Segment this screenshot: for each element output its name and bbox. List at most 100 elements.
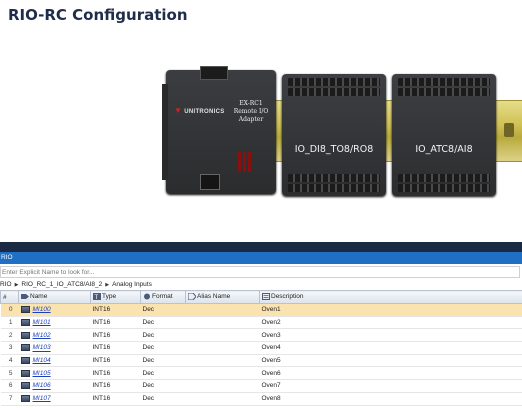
io-module-2-label: IO_ATC8/AI8 <box>415 144 473 155</box>
breadcrumb-item-module[interactable]: RIO_RC_1_IO_ATC8/AI8_2 <box>21 281 102 288</box>
tag-icon <box>20 331 30 339</box>
description-cell[interactable]: Oven3 <box>259 328 522 343</box>
alias-cell[interactable] <box>185 328 260 343</box>
column-header-type[interactable]: T Type <box>90 290 141 304</box>
chevron-right-icon: ▶ <box>14 282 19 288</box>
adapter-model-label: EX-RC1 Remote I/O Adapter <box>233 100 269 123</box>
table-row[interactable]: 5 MI105 INT16 Dec Oven6 <box>0 366 522 381</box>
column-header-format[interactable]: Format <box>140 290 186 304</box>
format-cell[interactable]: Dec <box>140 392 186 406</box>
format-cell[interactable]: Dec <box>140 366 186 381</box>
format-cell[interactable]: Dec <box>140 379 186 393</box>
tag-name-link[interactable]: MI106 <box>33 383 51 390</box>
type-cell[interactable]: INT16 <box>90 341 141 355</box>
alias-cell[interactable] <box>185 303 260 317</box>
tag-icon <box>20 369 30 377</box>
table-row[interactable]: 2 MI102 INT16 Dec Oven3 <box>0 328 522 343</box>
description-cell[interactable]: Oven5 <box>259 354 522 368</box>
format-cell[interactable]: Dec <box>140 316 186 330</box>
alias-cell[interactable] <box>185 316 260 330</box>
tag-name-link[interactable]: MI105 <box>33 370 51 377</box>
type-cell[interactable]: INT16 <box>90 354 141 368</box>
table-row[interactable]: 3 MI103 INT16 Dec Oven4 <box>0 341 522 355</box>
name-cell[interactable]: MI101 <box>18 316 91 330</box>
ethernet-port <box>200 174 220 190</box>
hardware-image: ▼ UNITRONICS EX-RC1 Remote I/O Adapter IO… <box>162 66 522 200</box>
tag-name-link[interactable]: MI107 <box>33 395 51 402</box>
adapter-top-connector <box>200 66 228 80</box>
row-index: 2 <box>0 328 19 343</box>
tag-name-link[interactable]: MI102 <box>33 332 51 339</box>
tag-name-link[interactable]: MI103 <box>33 345 51 352</box>
description-cell[interactable]: Oven6 <box>259 366 522 381</box>
name-cell[interactable]: MI105 <box>18 366 91 381</box>
description-cell[interactable]: Oven1 <box>259 303 522 317</box>
column-header-description[interactable]: Description <box>259 290 522 304</box>
alias-cell[interactable] <box>185 366 260 381</box>
svg-text:T: T <box>94 294 99 300</box>
description-cell[interactable]: Oven4 <box>259 341 522 355</box>
search-input[interactable] <box>0 266 520 278</box>
io-module-2: IO_ATC8/AI8 <box>392 74 496 196</box>
breadcrumb-item-analog-inputs[interactable]: Analog Inputs <box>112 281 152 288</box>
alias-cell[interactable] <box>185 392 260 406</box>
name-cell[interactable]: MI103 <box>18 341 91 355</box>
row-index: 4 <box>0 354 19 368</box>
type-cell[interactable]: INT16 <box>90 328 141 343</box>
table-row[interactable]: 6 MI106 INT16 Dec Oven7 <box>0 379 522 393</box>
row-index: 3 <box>0 341 19 355</box>
table-row[interactable]: 1 MI101 INT16 Dec Oven2 <box>0 316 522 330</box>
tag-icon <box>20 356 30 364</box>
description-cell[interactable]: Oven2 <box>259 316 522 330</box>
tag-icon <box>21 294 29 300</box>
type-cell[interactable]: INT16 <box>90 316 141 330</box>
type-cell[interactable]: INT16 <box>90 392 141 406</box>
tag-icon <box>20 395 30 403</box>
description-cell[interactable]: Oven7 <box>259 379 522 393</box>
format-cell[interactable]: Dec <box>140 328 186 343</box>
chevron-right-icon: ▶ <box>105 282 110 288</box>
alias-cell[interactable] <box>185 341 260 355</box>
page-title: RIO-RC Configuration <box>8 6 188 24</box>
name-cell[interactable]: MI107 <box>18 392 91 406</box>
tag-icon <box>20 344 30 352</box>
row-index: 6 <box>0 379 19 393</box>
table-row[interactable]: 4 MI104 INT16 Dec Oven5 <box>0 354 522 368</box>
panel-splitter[interactable] <box>0 242 522 252</box>
row-index: 7 <box>0 392 19 406</box>
type-cell[interactable]: INT16 <box>90 366 141 381</box>
name-cell[interactable]: MI102 <box>18 328 91 343</box>
format-cell[interactable]: Dec <box>140 303 186 317</box>
description-icon <box>262 293 270 301</box>
table-header: # Name T Type Format Alias Name Descripti… <box>0 290 522 304</box>
tag-name-link[interactable]: MI100 <box>33 306 51 313</box>
alias-icon <box>188 293 196 301</box>
tag-icon <box>20 318 30 326</box>
io-module-1: IO_DI8_TO8/RO8 <box>282 74 386 196</box>
name-cell[interactable]: MI100 <box>18 303 91 317</box>
alias-cell[interactable] <box>185 379 260 393</box>
format-cell[interactable]: Dec <box>140 341 186 355</box>
name-cell[interactable]: MI106 <box>18 379 91 393</box>
table-row[interactable]: 7 MI107 INT16 Dec Oven8 <box>0 392 522 406</box>
remote-io-adapter: ▼ UNITRONICS EX-RC1 Remote I/O Adapter <box>162 66 276 194</box>
alias-cell[interactable] <box>185 354 260 368</box>
type-icon: T <box>93 293 101 301</box>
tag-name-link[interactable]: MI104 <box>33 357 51 364</box>
breadcrumb-item-rio[interactable]: RIO <box>0 281 12 288</box>
column-header-alias-name[interactable]: Alias Name <box>185 290 260 304</box>
tag-name-link[interactable]: MI101 <box>33 319 51 326</box>
row-index: 1 <box>0 316 19 330</box>
column-header-name[interactable]: Name <box>18 290 91 304</box>
unitronics-logo: ▼ UNITRONICS <box>174 106 225 115</box>
table-row[interactable]: 0 MI100 INT16 Dec Oven1 <box>0 303 522 317</box>
breadcrumb: RIO ▶ RIO_RC_1_IO_ATC8/AI8_2 ▶ Analog Inputs <box>0 279 522 290</box>
tag-icon <box>20 382 30 390</box>
description-cell[interactable]: Oven8 <box>259 392 522 406</box>
tag-icon <box>20 306 30 314</box>
column-header-index[interactable]: # <box>0 290 19 304</box>
type-cell[interactable]: INT16 <box>90 379 141 393</box>
type-cell[interactable]: INT16 <box>90 303 141 317</box>
format-cell[interactable]: Dec <box>140 354 186 368</box>
name-cell[interactable]: MI104 <box>18 354 91 368</box>
